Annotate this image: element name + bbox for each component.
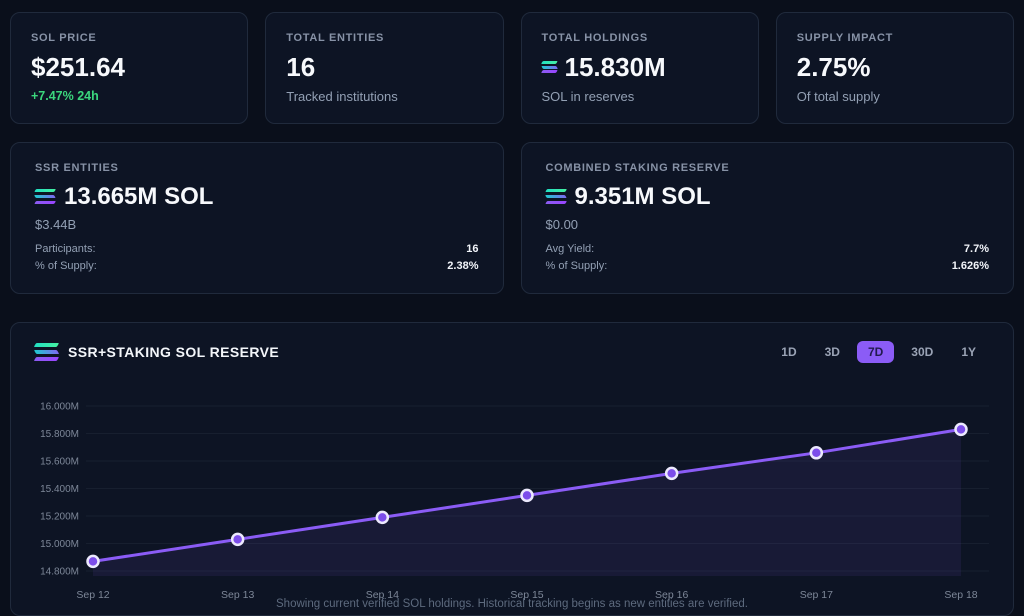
ssr-entities-card: SSR ENTITIES 13.665M SOL $3.44B Particip… [10, 142, 504, 294]
participants-row: Participants: 16 [35, 240, 479, 257]
detail-stats: Avg Yield: 7.7% % of Supply: 1.626% [546, 240, 990, 274]
range-button-3d[interactable]: 3D [814, 341, 851, 363]
chart-footer-note: Showing current verified SOL holdings. H… [11, 598, 1013, 610]
stat-value: 15.830M [542, 54, 738, 80]
solana-icon [35, 189, 55, 204]
stat-value: 2.75% [797, 54, 993, 80]
stat-val: 16 [466, 243, 478, 255]
avg-yield-row: Avg Yield: 7.7% [546, 240, 990, 257]
stat-val: 2.38% [447, 260, 478, 272]
svg-text:16.000M: 16.000M [40, 402, 79, 413]
stat-card-total-entities: TOTAL ENTITIES 16 Tracked institutions [265, 12, 503, 124]
stat-value: $251.64 [31, 54, 227, 80]
stat-sub: Of total supply [797, 89, 993, 104]
solana-icon [542, 61, 557, 73]
reserve-line-chart[interactable]: 14.800M 15.000M 15.200M 15.400M 15.600M 15.80… [11, 393, 1014, 607]
dashboard: SOL PRICE $251.64 +7.47% 24h TOTAL ENTIT… [0, 0, 1024, 616]
range-button-7d[interactable]: 7D [857, 341, 894, 363]
stat-card-sol-price: SOL PRICE $251.64 +7.47% 24h [10, 12, 248, 124]
reserve-chart-card: SSR+STAKING SOL RESERVE 1D 3D 7D 30D 1Y … [10, 322, 1014, 616]
usd-value: $3.44B [35, 217, 479, 232]
solana-icon [546, 189, 566, 204]
chart-title: SSR+STAKING SOL RESERVE [35, 343, 279, 360]
stat-label: SOL PRICE [31, 32, 227, 44]
detail-card-row: SSR ENTITIES 13.665M SOL $3.44B Particip… [10, 142, 1014, 294]
combined-staking-reserve-card: COMBINED STAKING RESERVE 9.351M SOL $0.0… [521, 142, 1015, 294]
usd-value: $0.00 [546, 217, 990, 232]
stat-label: TOTAL ENTITIES [286, 32, 482, 44]
svg-text:14.800M: 14.800M [40, 567, 79, 578]
stat-key: Avg Yield: [546, 243, 595, 255]
stat-card-supply-impact: SUPPLY IMPACT 2.75% Of total supply [776, 12, 1014, 124]
chart-title-text: SSR+STAKING SOL RESERVE [68, 344, 279, 360]
stat-key: % of Supply: [546, 260, 608, 272]
supply-percent-row: % of Supply: 2.38% [35, 257, 479, 274]
stat-label: SUPPLY IMPACT [797, 32, 993, 44]
stat-val: 1.626% [952, 260, 989, 272]
svg-text:15.600M: 15.600M [40, 457, 79, 468]
detail-value-text: 13.665M SOL [64, 185, 213, 209]
stat-key: Participants: [35, 243, 96, 255]
svg-text:15.400M: 15.400M [40, 484, 79, 495]
range-button-1y[interactable]: 1Y [950, 341, 987, 363]
stat-sub: SOL in reserves [542, 89, 738, 104]
stat-sub: Tracked institutions [286, 89, 482, 104]
price-change-24h: +7.47% 24h [31, 89, 227, 103]
stat-card-row: SOL PRICE $251.64 +7.47% 24h TOTAL ENTIT… [10, 12, 1014, 124]
detail-label: COMBINED STAKING RESERVE [546, 162, 990, 174]
stat-value: 16 [286, 54, 482, 80]
svg-text:15.000M: 15.000M [40, 539, 79, 550]
range-button-1d[interactable]: 1D [770, 341, 807, 363]
detail-value: 13.665M SOL [35, 185, 479, 209]
stat-card-total-holdings: TOTAL HOLDINGS 15.830M SOL in reserves [521, 12, 759, 124]
stat-label: TOTAL HOLDINGS [542, 32, 738, 44]
detail-value: 9.351M SOL [546, 185, 990, 209]
chart-header: SSR+STAKING SOL RESERVE 1D 3D 7D 30D 1Y [11, 323, 1013, 363]
svg-text:15.800M: 15.800M [40, 429, 79, 440]
svg-text:15.200M: 15.200M [40, 512, 79, 523]
time-range-selector: 1D 3D 7D 30D 1Y [770, 341, 987, 363]
supply-percent-row: % of Supply: 1.626% [546, 257, 990, 274]
detail-value-text: 9.351M SOL [575, 185, 711, 209]
range-button-30d[interactable]: 30D [900, 341, 944, 363]
stat-val: 7.7% [964, 243, 989, 255]
stat-value-text: 15.830M [565, 54, 666, 80]
stat-key: % of Supply: [35, 260, 97, 272]
detail-label: SSR ENTITIES [35, 162, 479, 174]
solana-icon [35, 343, 58, 360]
detail-stats: Participants: 16 % of Supply: 2.38% [35, 240, 479, 274]
